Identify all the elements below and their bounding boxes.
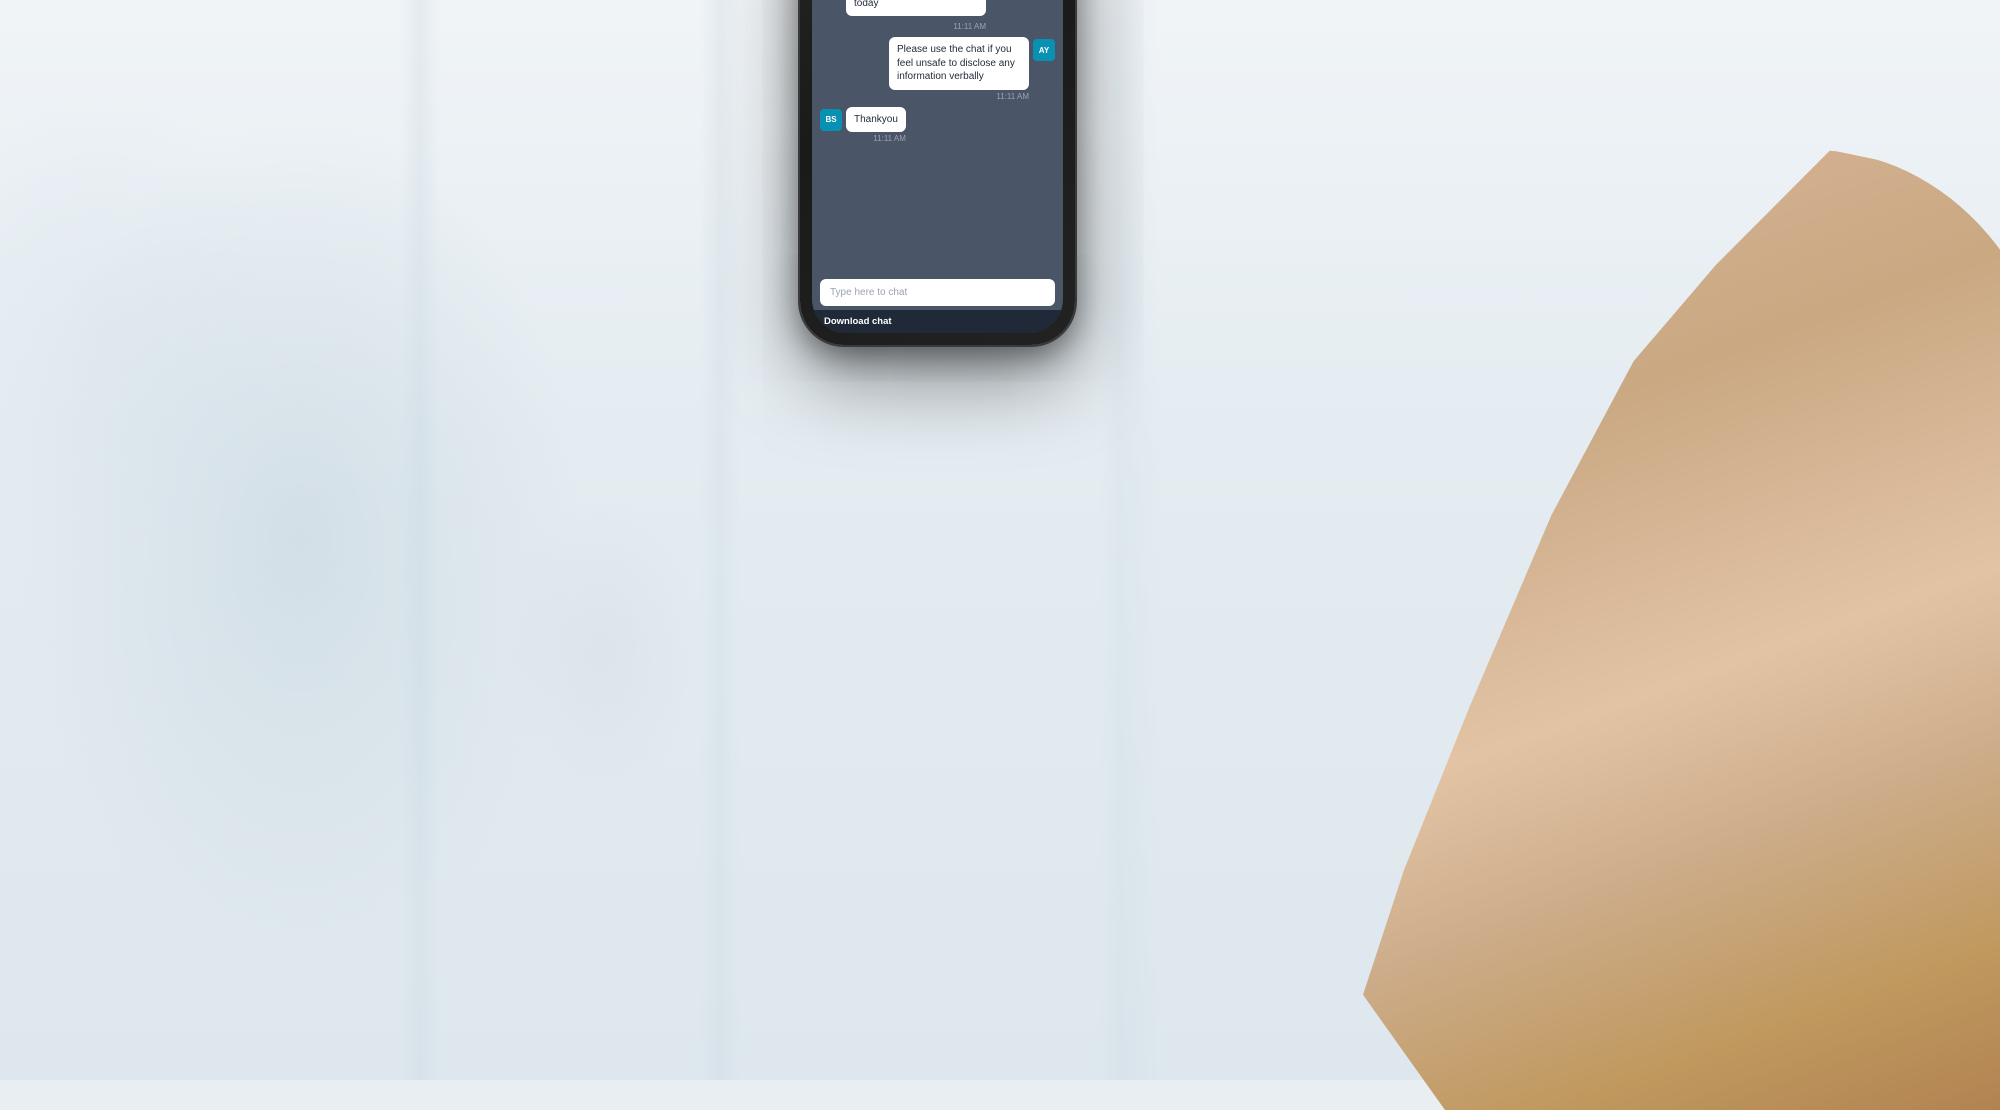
phone-screen: Welcome to the call chat. You can share …: [812, 0, 1063, 333]
messages-area: AY hello 11:08 AM BS Hi Thank you for se…: [812, 0, 1063, 275]
chat-input-placeholder: Type here to chat: [830, 287, 907, 298]
download-chat-label: Download chat: [824, 316, 892, 327]
avatar-ay-2: AY: [1033, 39, 1055, 61]
phone: Welcome to the call chat. You can share …: [800, 0, 1075, 345]
msg-time-3: 11:11 AM: [889, 92, 1029, 101]
msg-time-2: 11:11 AM: [846, 22, 986, 31]
message-row-4: BS Thankyou 11:11 AM: [820, 107, 1055, 144]
msg-time-4: 11:11 AM: [846, 134, 906, 143]
chat-app: Welcome to the call chat. You can share …: [812, 0, 1063, 333]
chat-input[interactable]: Type here to chat: [820, 279, 1055, 306]
bubble-thankyou-seeing: Thank you for seeing me today: [846, 0, 986, 16]
bubble-please-use: Please use the chat if you feel unsafe t…: [889, 37, 1029, 90]
message-col-2: Hi Thank you for seeing me today 11:11 A…: [846, 0, 986, 31]
message-row-3: AY Please use the chat if you feel unsaf…: [820, 37, 1055, 101]
bubble-thankyou: Thankyou: [846, 107, 906, 133]
message-col-3: Please use the chat if you feel unsafe t…: [889, 37, 1029, 101]
message-row-2: BS Hi Thank you for seeing me today 11:1…: [820, 0, 1055, 31]
avatar-bs-2: BS: [820, 109, 842, 131]
download-chat-button[interactable]: Download chat: [812, 310, 1063, 333]
message-col-4: Thankyou 11:11 AM: [846, 107, 906, 144]
